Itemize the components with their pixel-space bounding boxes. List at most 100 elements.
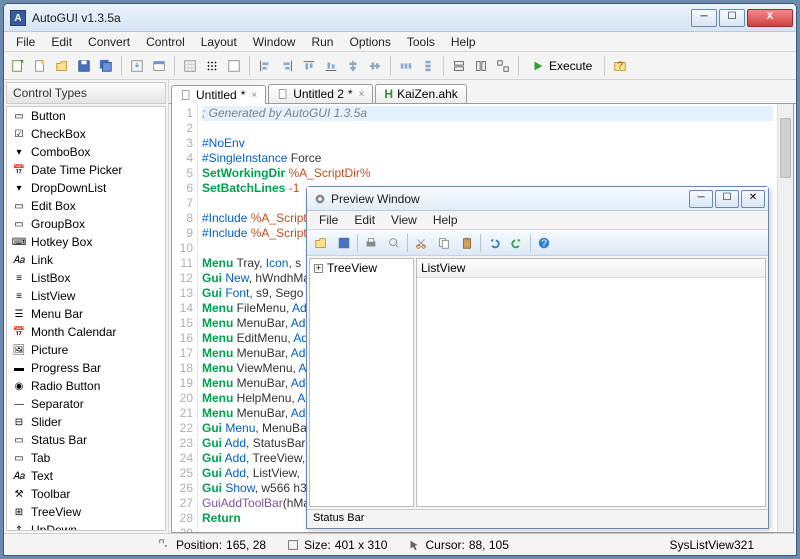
snap-icon[interactable] [202, 56, 222, 76]
sidebar-item-dropdownlist[interactable]: ▾DropDownList [7, 179, 165, 197]
sidebar-item-checkbox[interactable]: ☑CheckBox [7, 125, 165, 143]
menu-edit[interactable]: Edit [43, 33, 80, 51]
maximize-button[interactable]: ☐ [719, 9, 745, 27]
tab-close-icon[interactable]: × [249, 90, 257, 101]
sidebar-item-link[interactable]: 𝐴𝑎Link [7, 251, 165, 269]
preview-menu-help[interactable]: Help [425, 211, 466, 229]
preview-menu-edit[interactable]: Edit [346, 211, 383, 229]
sidebar-item-progress-bar[interactable]: ▬Progress Bar [7, 359, 165, 377]
sidebar-item-date-time-picker[interactable]: 📅Date Time Picker [7, 161, 165, 179]
tab-untitled[interactable]: Untitled* × [171, 85, 266, 104]
menu-layout[interactable]: Layout [193, 33, 245, 51]
expand-icon[interactable]: + [314, 264, 323, 273]
execute-button[interactable]: Execute [524, 56, 599, 76]
pv-print-icon[interactable] [361, 233, 381, 253]
preview-titlebar[interactable]: Preview Window ─ ☐ ✕ [307, 187, 768, 211]
form-icon[interactable] [224, 56, 244, 76]
menu-window[interactable]: Window [245, 33, 304, 51]
same-size-icon[interactable] [493, 56, 513, 76]
new-file-icon[interactable] [30, 56, 50, 76]
sidebar-item-radio-button[interactable]: ◉Radio Button [7, 377, 165, 395]
sidebar-item-button[interactable]: ▭Button [7, 107, 165, 125]
sidebar-item-slider[interactable]: ⊟Slider [7, 413, 165, 431]
sidebar-item-status-bar[interactable]: ▭Status Bar [7, 431, 165, 449]
pv-copy-icon[interactable] [434, 233, 454, 253]
grid-icon[interactable] [180, 56, 200, 76]
pv-preview-icon[interactable] [384, 233, 404, 253]
menu-convert[interactable]: Convert [80, 33, 138, 51]
center-h-icon[interactable] [343, 56, 363, 76]
save-icon[interactable] [74, 56, 94, 76]
pv-cut-icon[interactable] [411, 233, 431, 253]
align-right-icon[interactable] [277, 56, 297, 76]
same-width-icon[interactable] [449, 56, 469, 76]
preview-maximize-button[interactable]: ☐ [715, 190, 739, 208]
menu-help[interactable]: Help [443, 33, 484, 51]
sidebar-item-tab[interactable]: ▭Tab [7, 449, 165, 467]
position-icon [158, 538, 172, 552]
preview-treeview[interactable]: +TreeView [309, 258, 414, 507]
sidebar-item-toolbar[interactable]: ⚒Toolbar [7, 485, 165, 503]
sidebar-item-separator[interactable]: —Separator [7, 395, 165, 413]
menu-run[interactable]: Run [303, 33, 341, 51]
vertical-scrollbar[interactable] [777, 104, 793, 532]
align-left-icon[interactable] [255, 56, 275, 76]
tab-untitled2[interactable]: Untitled 2* × [268, 84, 373, 103]
preview-listview[interactable]: ListView [416, 258, 766, 507]
open-icon[interactable] [52, 56, 72, 76]
sidebar-item-menu-bar[interactable]: ☰Menu Bar [7, 305, 165, 323]
menu-tools[interactable]: Tools [399, 33, 443, 51]
preview-menu-file[interactable]: File [311, 211, 346, 229]
import-icon[interactable] [127, 56, 147, 76]
pv-help-icon[interactable]: ? [534, 233, 554, 253]
sidebar-item-updown[interactable]: ⇕UpDown [7, 521, 165, 531]
pv-folder-icon[interactable] [311, 233, 331, 253]
control-icon: ≡ [11, 288, 27, 304]
sidebar-item-picture[interactable]: 🖼Picture [7, 341, 165, 359]
align-top-icon[interactable] [299, 56, 319, 76]
new-form-icon[interactable] [8, 56, 28, 76]
sidebar-item-treeview[interactable]: ⊞TreeView [7, 503, 165, 521]
menu-control[interactable]: Control [138, 33, 193, 51]
sidebar-item-text[interactable]: 𝐴𝑎Text [7, 467, 165, 485]
pv-save-icon[interactable] [334, 233, 354, 253]
control-types-list[interactable]: ▭Button☑CheckBox▾ComboBox📅Date Time Pick… [6, 106, 166, 531]
control-label: ListBox [31, 271, 70, 285]
preview-menu-view[interactable]: View [383, 211, 425, 229]
sidebar-item-listbox[interactable]: ≡ListBox [7, 269, 165, 287]
sidebar-item-listview[interactable]: ≡ListView [7, 287, 165, 305]
align-bottom-icon[interactable] [321, 56, 341, 76]
control-icon: 📅 [11, 162, 27, 178]
pv-redo-icon[interactable] [507, 233, 527, 253]
preview-icon[interactable] [149, 56, 169, 76]
menu-options[interactable]: Options [341, 33, 398, 51]
control-label: Picture [31, 343, 68, 357]
ahk-icon: H [384, 87, 393, 101]
pv-paste-icon[interactable] [457, 233, 477, 253]
control-label: Separator [31, 397, 84, 411]
menu-file[interactable]: File [8, 33, 43, 51]
cursor-label: Cursor: [425, 538, 464, 552]
distribute-v-icon[interactable] [418, 56, 438, 76]
sidebar-item-hotkey-box[interactable]: ⌨Hotkey Box [7, 233, 165, 251]
minimize-button[interactable]: ─ [691, 9, 717, 27]
sidebar-item-month-calendar[interactable]: 📅Month Calendar [7, 323, 165, 341]
close-button[interactable]: X [747, 9, 793, 27]
preview-close-button[interactable]: ✕ [741, 190, 765, 208]
titlebar[interactable]: A AutoGUI v1.3.5a ─ ☐ X [4, 4, 796, 32]
control-icon: ⊟ [11, 414, 27, 430]
tab-close-icon[interactable]: × [357, 89, 365, 100]
control-label: CheckBox [31, 127, 86, 141]
sidebar-item-edit-box[interactable]: ▭Edit Box [7, 197, 165, 215]
help-icon[interactable]: ? [610, 56, 630, 76]
preview-minimize-button[interactable]: ─ [689, 190, 713, 208]
pv-undo-icon[interactable] [484, 233, 504, 253]
distribute-h-icon[interactable] [396, 56, 416, 76]
tab-kaizen[interactable]: H KaiZen.ahk [375, 84, 466, 103]
save-all-icon[interactable] [96, 56, 116, 76]
sidebar-item-groupbox[interactable]: ▭GroupBox [7, 215, 165, 233]
sidebar-item-combobox[interactable]: ▾ComboBox [7, 143, 165, 161]
preview-window[interactable]: Preview Window ─ ☐ ✕ File Edit View Help [306, 186, 769, 529]
same-height-icon[interactable] [471, 56, 491, 76]
center-v-icon[interactable] [365, 56, 385, 76]
